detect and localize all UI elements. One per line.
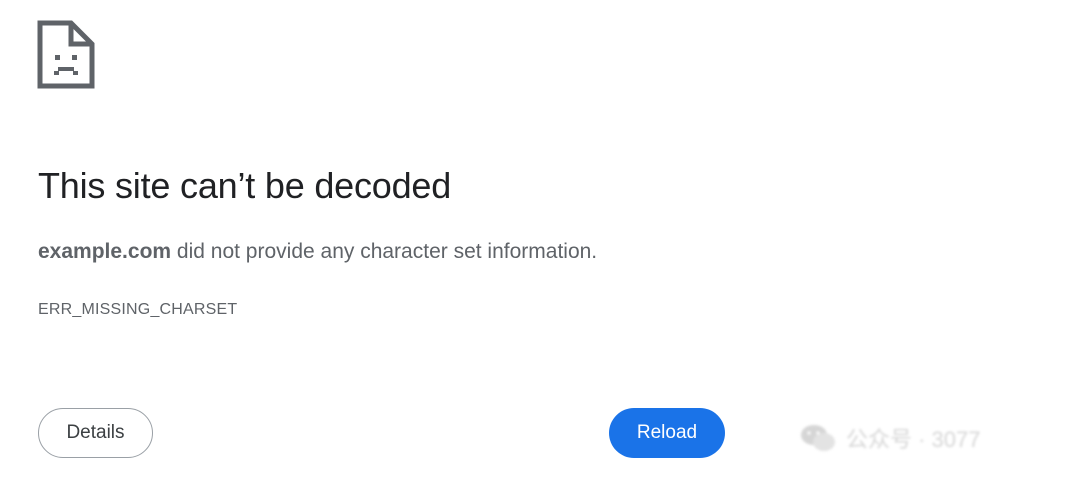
host-name: example.com bbox=[38, 240, 172, 263]
details-button[interactable]: Details bbox=[38, 408, 153, 458]
error-description: example.com did not provide any characte… bbox=[38, 237, 597, 267]
wechat-icon bbox=[801, 425, 835, 451]
sad-page-icon bbox=[37, 20, 95, 89]
reload-button[interactable]: Reload bbox=[609, 408, 725, 458]
watermark-text: 公众号 · 3077 bbox=[846, 427, 981, 452]
error-code: ERR_MISSING_CHARSET bbox=[38, 301, 238, 318]
error-page: This site can’t be decoded example.com d… bbox=[0, 0, 1080, 489]
watermark: 公众号 · 3077 bbox=[800, 414, 1060, 462]
page-title: This site can’t be decoded bbox=[38, 165, 452, 206]
error-message: did not provide any character set inform… bbox=[171, 240, 598, 263]
